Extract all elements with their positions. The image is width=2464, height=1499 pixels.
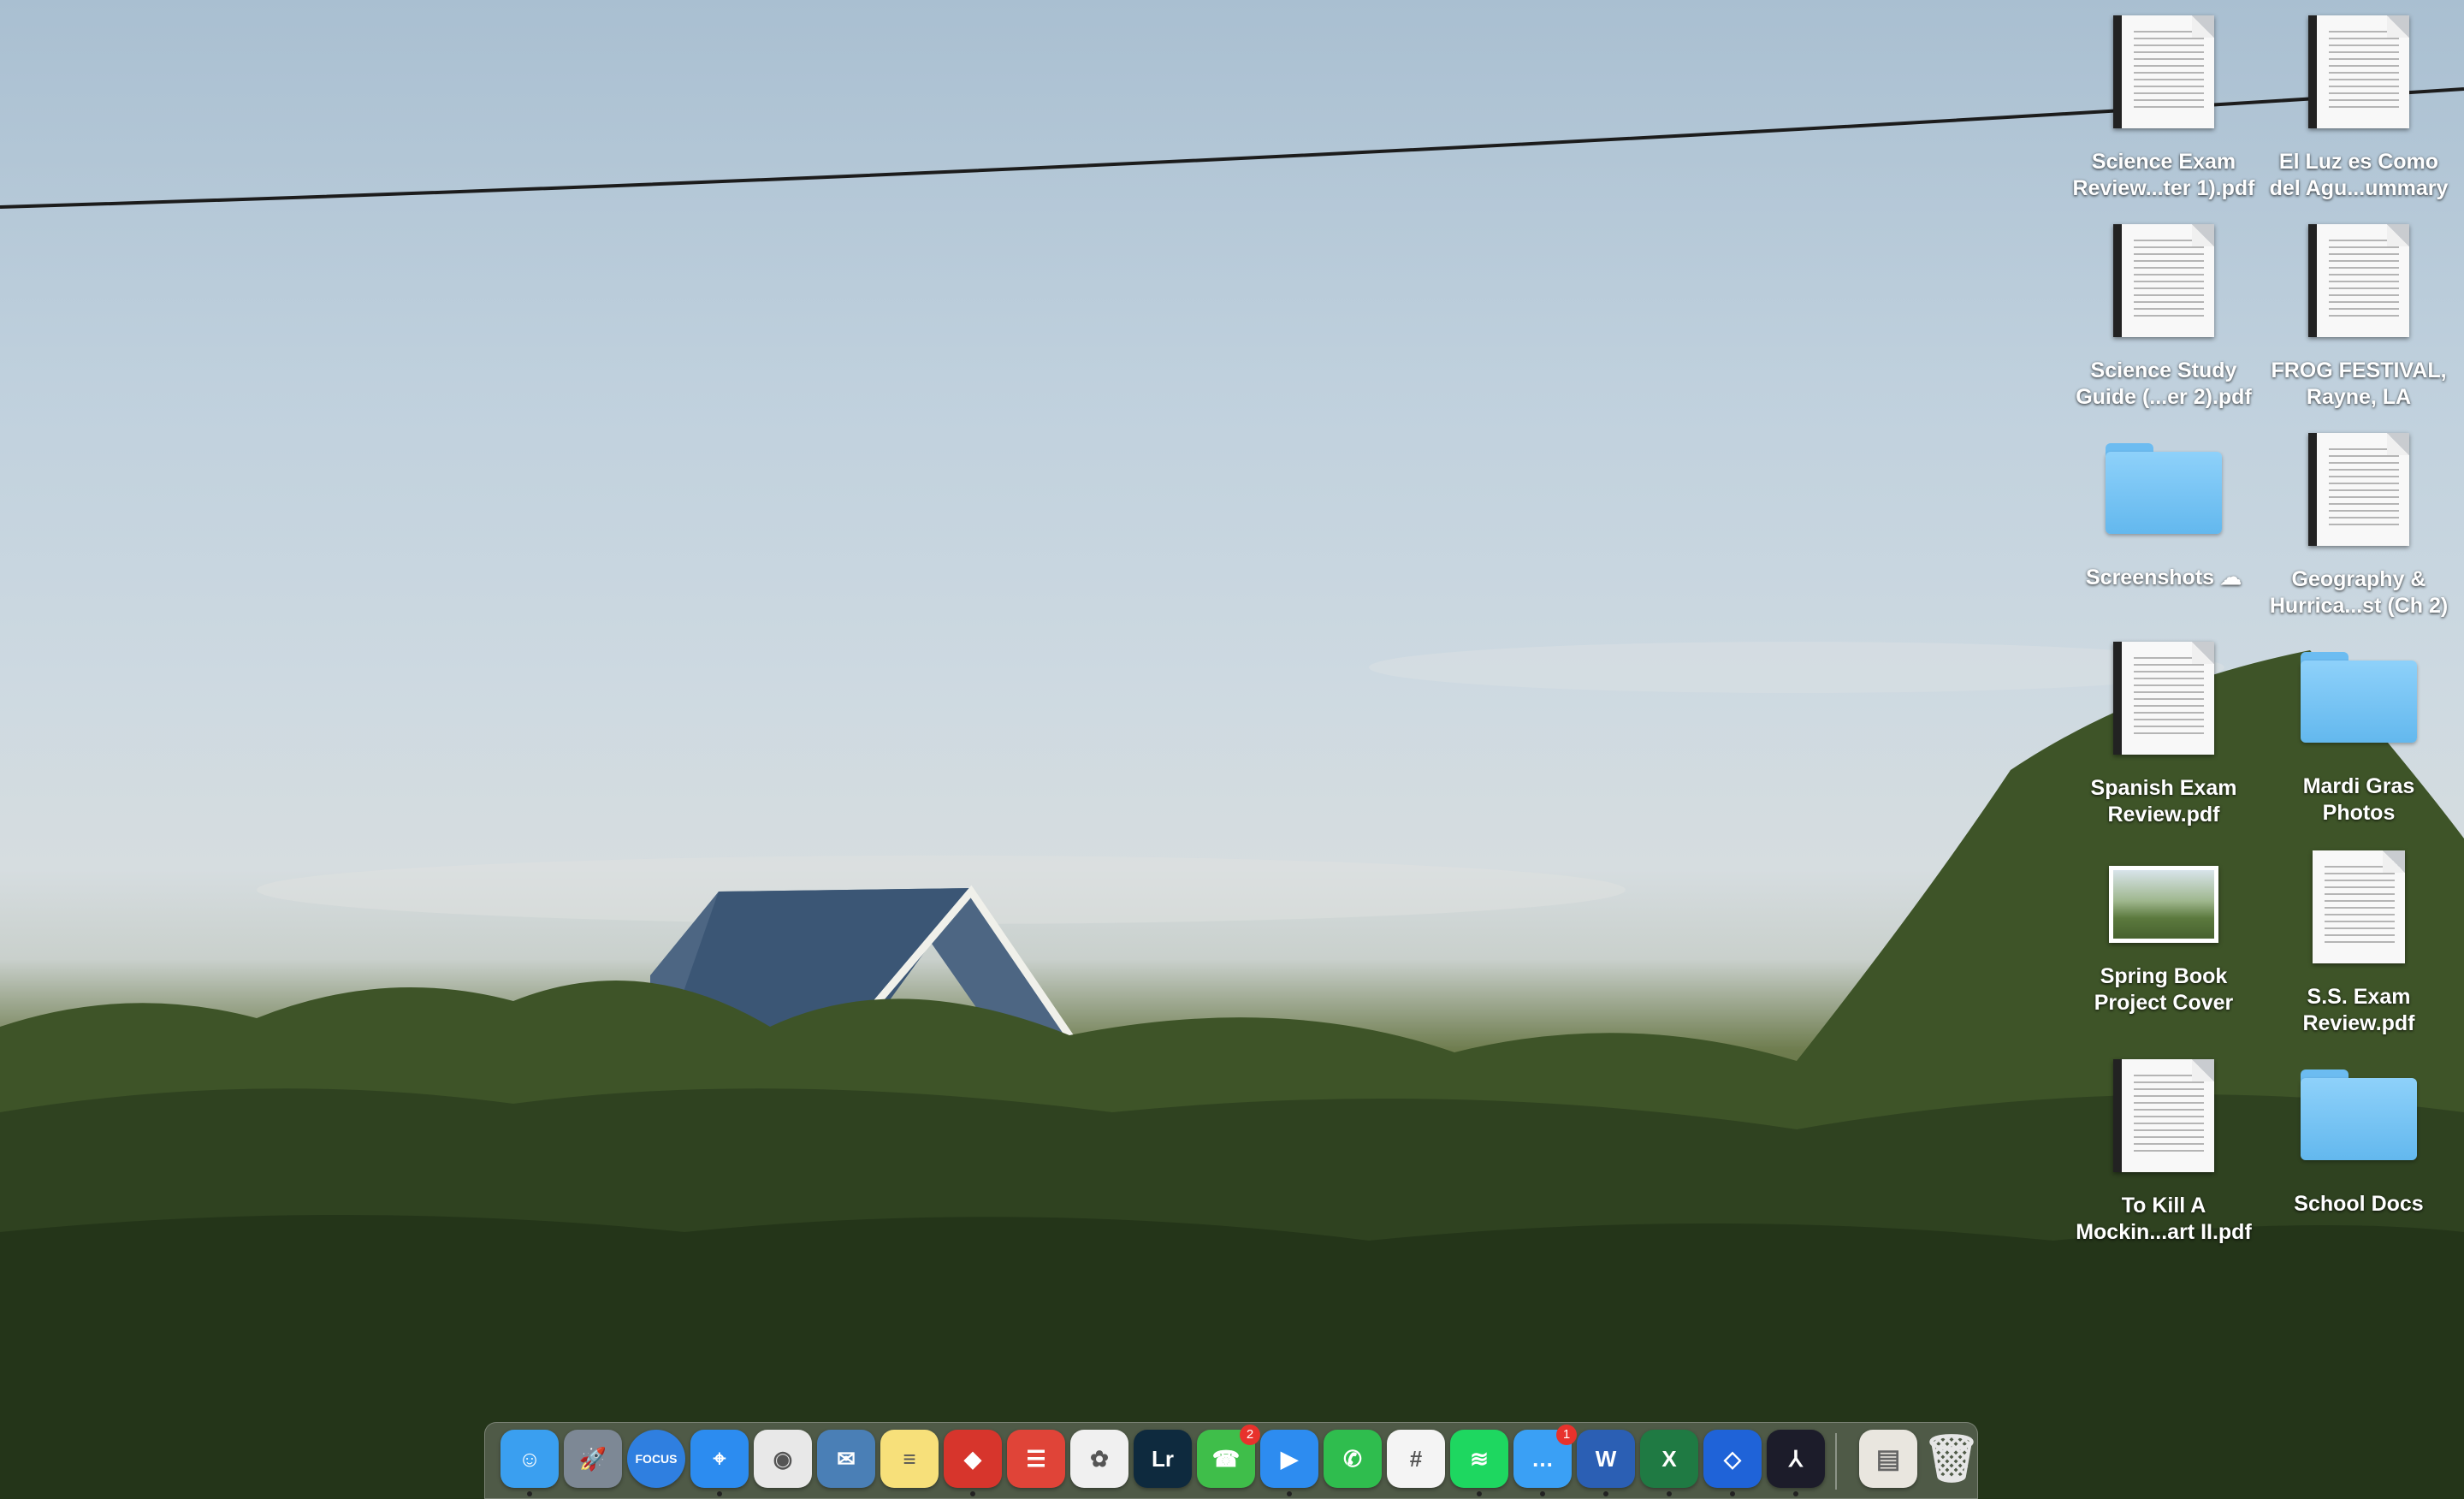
document-icon xyxy=(2308,15,2409,128)
running-indicator xyxy=(1477,1491,1482,1496)
notes-icon[interactable]: ≡ xyxy=(880,1430,939,1488)
lightroom-icon[interactable]: Lr xyxy=(1134,1430,1192,1488)
dock-app-glyph: ◇ xyxy=(1724,1445,1741,1472)
desktop-icon-label: To Kill A Mockin...art II.pdf xyxy=(2076,1194,2252,1244)
documents-stack-icon[interactable]: ▤ xyxy=(1859,1430,1917,1488)
dock-app-glyph: 🚀 xyxy=(578,1445,607,1472)
dock-app-glyph: W xyxy=(1595,1445,1617,1472)
dock-app-glyph: ⅄ xyxy=(1789,1445,1803,1472)
facetime-icon[interactable]: ☎ 2 xyxy=(1197,1425,1260,1488)
desktop-icon-science-study-guide[interactable]: Science Study Guide (...er 2).pdf xyxy=(2068,224,2260,411)
desktop-icon-screenshots-folder[interactable]: Screenshots ☁ xyxy=(2068,433,2260,591)
dock-app-glyph: ✆ xyxy=(1343,1445,1362,1472)
desktop-icon-label: Science Study Guide (...er 2).pdf xyxy=(2076,358,2252,409)
whatsapp-icon[interactable]: ✆ xyxy=(1324,1430,1382,1488)
word-icon[interactable]: W xyxy=(1577,1430,1635,1488)
running-indicator xyxy=(1667,1491,1672,1496)
dock-app-glyph: ✿ xyxy=(1090,1445,1109,1472)
desktop-icon-science-exam-review[interactable]: Science Exam Review...ter 1).pdf xyxy=(2068,15,2260,202)
desktop-icon-to-kill-a-mockingbird[interactable]: To Kill A Mockin...art II.pdf xyxy=(2068,1059,2260,1246)
desktop-icon-label: S.S. Exam Review.pdf xyxy=(2302,985,2415,1035)
dock-app-glyph: … xyxy=(1531,1445,1554,1472)
pdf-document-icon xyxy=(2113,1059,2214,1172)
desktop-icon-label: Spring Book Project Cover xyxy=(2094,964,2234,1015)
desktop-icon-el-luz-es-como[interactable]: El Luz es Como del Agu...ummary xyxy=(2263,15,2455,202)
rocket-icon[interactable]: 🚀 xyxy=(564,1430,622,1488)
spotify-icon[interactable]: ≋ xyxy=(1450,1430,1508,1488)
desktop-icon-ss-exam-review[interactable]: S.S. Exam Review.pdf xyxy=(2263,850,2455,1037)
photos-icon[interactable]: ✿ xyxy=(1070,1430,1128,1488)
document-icon xyxy=(2308,224,2409,337)
dock-app-glyph: ☎ xyxy=(1211,1445,1241,1472)
desktop-icon-mardi-gras-photos-folder[interactable]: Mardi Gras Photos xyxy=(2263,642,2455,827)
desktop-icon-label: School Docs xyxy=(2294,1192,2424,1216)
folder-icon xyxy=(2301,1069,2417,1162)
dock-app-glyph: ◆ xyxy=(964,1445,981,1472)
folder-icon xyxy=(2301,652,2417,744)
desktop-icon-label: Mardi Gras Photos xyxy=(2302,774,2415,825)
running-indicator xyxy=(1730,1491,1735,1496)
dock-app-glyph: X xyxy=(1661,1445,1677,1472)
acrobat-icon[interactable]: ⅄ xyxy=(1767,1430,1825,1488)
dock-app-glyph: ✉ xyxy=(837,1445,856,1472)
pdf-document-icon xyxy=(2313,850,2405,963)
todoist-icon[interactable]: ☰ xyxy=(1007,1430,1065,1488)
running-indicator xyxy=(527,1491,532,1496)
dock-separator xyxy=(1835,1433,1837,1490)
chrome-icon[interactable]: ◉ xyxy=(754,1430,812,1488)
preview-icon[interactable]: ✉ xyxy=(817,1430,875,1488)
finder-icon[interactable]: ☺ xyxy=(500,1430,559,1488)
desktop-icon-school-docs-folder[interactable]: School Docs xyxy=(2263,1059,2455,1218)
reeder-icon[interactable]: ◆ xyxy=(944,1430,1002,1488)
image-thumbnail-icon xyxy=(2109,866,2218,943)
dock-app-glyph: ◉ xyxy=(773,1445,793,1472)
dock-app-glyph: ▶ xyxy=(1281,1445,1298,1472)
desktop-icon-geography-hurricanes[interactable]: Geography & Hurrica...st (Ch 2) xyxy=(2263,433,2455,619)
dropbox-icon[interactable]: ◇ xyxy=(1703,1430,1762,1488)
dock-app-glyph: ☺ xyxy=(518,1445,542,1472)
document-icon xyxy=(2308,433,2409,546)
running-indicator xyxy=(1793,1491,1798,1496)
dock-app-glyph: # xyxy=(1409,1445,1423,1472)
pdf-document-icon xyxy=(2113,224,2214,337)
dock-app-glyph: Lr xyxy=(1152,1445,1174,1472)
dock: ▤ 🗑 ☺ 🚀 FOCUS ⌖ ◉ ✉ ≡ ◆ ☰ ✿ Lr ☎ 2 ▶ ✆ # ≋… 1 W X ◇ ⅄ xyxy=(484,1422,1981,1499)
desktop-icon-spanish-exam-review[interactable]: Spanish Exam Review.pdf xyxy=(2068,642,2260,828)
pdf-document-icon xyxy=(2113,642,2214,755)
pdf-document-icon xyxy=(2113,15,2214,128)
messenger-icon[interactable]: … 1 xyxy=(1513,1425,1577,1488)
notification-badge: 2 xyxy=(1240,1425,1260,1445)
dock-app-glyph: ⌖ xyxy=(713,1445,726,1471)
zoom-icon[interactable]: ▶ xyxy=(1260,1430,1318,1488)
desktop-icon-label: Science Exam Review...ter 1).pdf xyxy=(2072,150,2255,200)
dock-app-glyph: ≋ xyxy=(1470,1445,1489,1472)
running-indicator xyxy=(1603,1491,1608,1496)
dock-app-glyph: ≡ xyxy=(903,1445,916,1472)
running-indicator xyxy=(1287,1491,1292,1496)
desktop-icon-frog-festival[interactable]: FROG FESTIVAL, Rayne, LA xyxy=(2263,224,2455,411)
dock-app-glyph: FOCUS xyxy=(635,1452,678,1466)
excel-icon[interactable]: X xyxy=(1640,1430,1698,1488)
dock-app-glyph: ☰ xyxy=(1026,1445,1046,1472)
desktop-icon-label: Spanish Exam Review.pdf xyxy=(2090,776,2237,827)
slack-icon[interactable]: # xyxy=(1387,1430,1445,1488)
icloud-icon: ☁ xyxy=(2220,566,2242,590)
desktop-icon-spring-book-project-cover[interactable]: Spring Book Project Cover xyxy=(2068,850,2260,1016)
notification-badge: 1 xyxy=(1556,1425,1577,1445)
desktop-icon-label: El Luz es Como del Agu...ummary xyxy=(2269,150,2449,200)
trash-icon[interactable]: 🗑 xyxy=(1922,1430,1981,1488)
desktop-icon-label: Geography & Hurrica...st (Ch 2) xyxy=(2269,567,2449,618)
running-indicator xyxy=(1540,1491,1545,1496)
focus-icon[interactable]: FOCUS xyxy=(627,1430,685,1488)
compass-icon[interactable]: ⌖ xyxy=(690,1430,749,1488)
folder-icon xyxy=(2106,443,2222,536)
running-indicator xyxy=(970,1491,975,1496)
desktop-icon-label: Screenshots ☁ xyxy=(2085,566,2242,590)
desktop-icon-label: FROG FESTIVAL, Rayne, LA xyxy=(2271,358,2447,409)
running-indicator xyxy=(717,1491,722,1496)
